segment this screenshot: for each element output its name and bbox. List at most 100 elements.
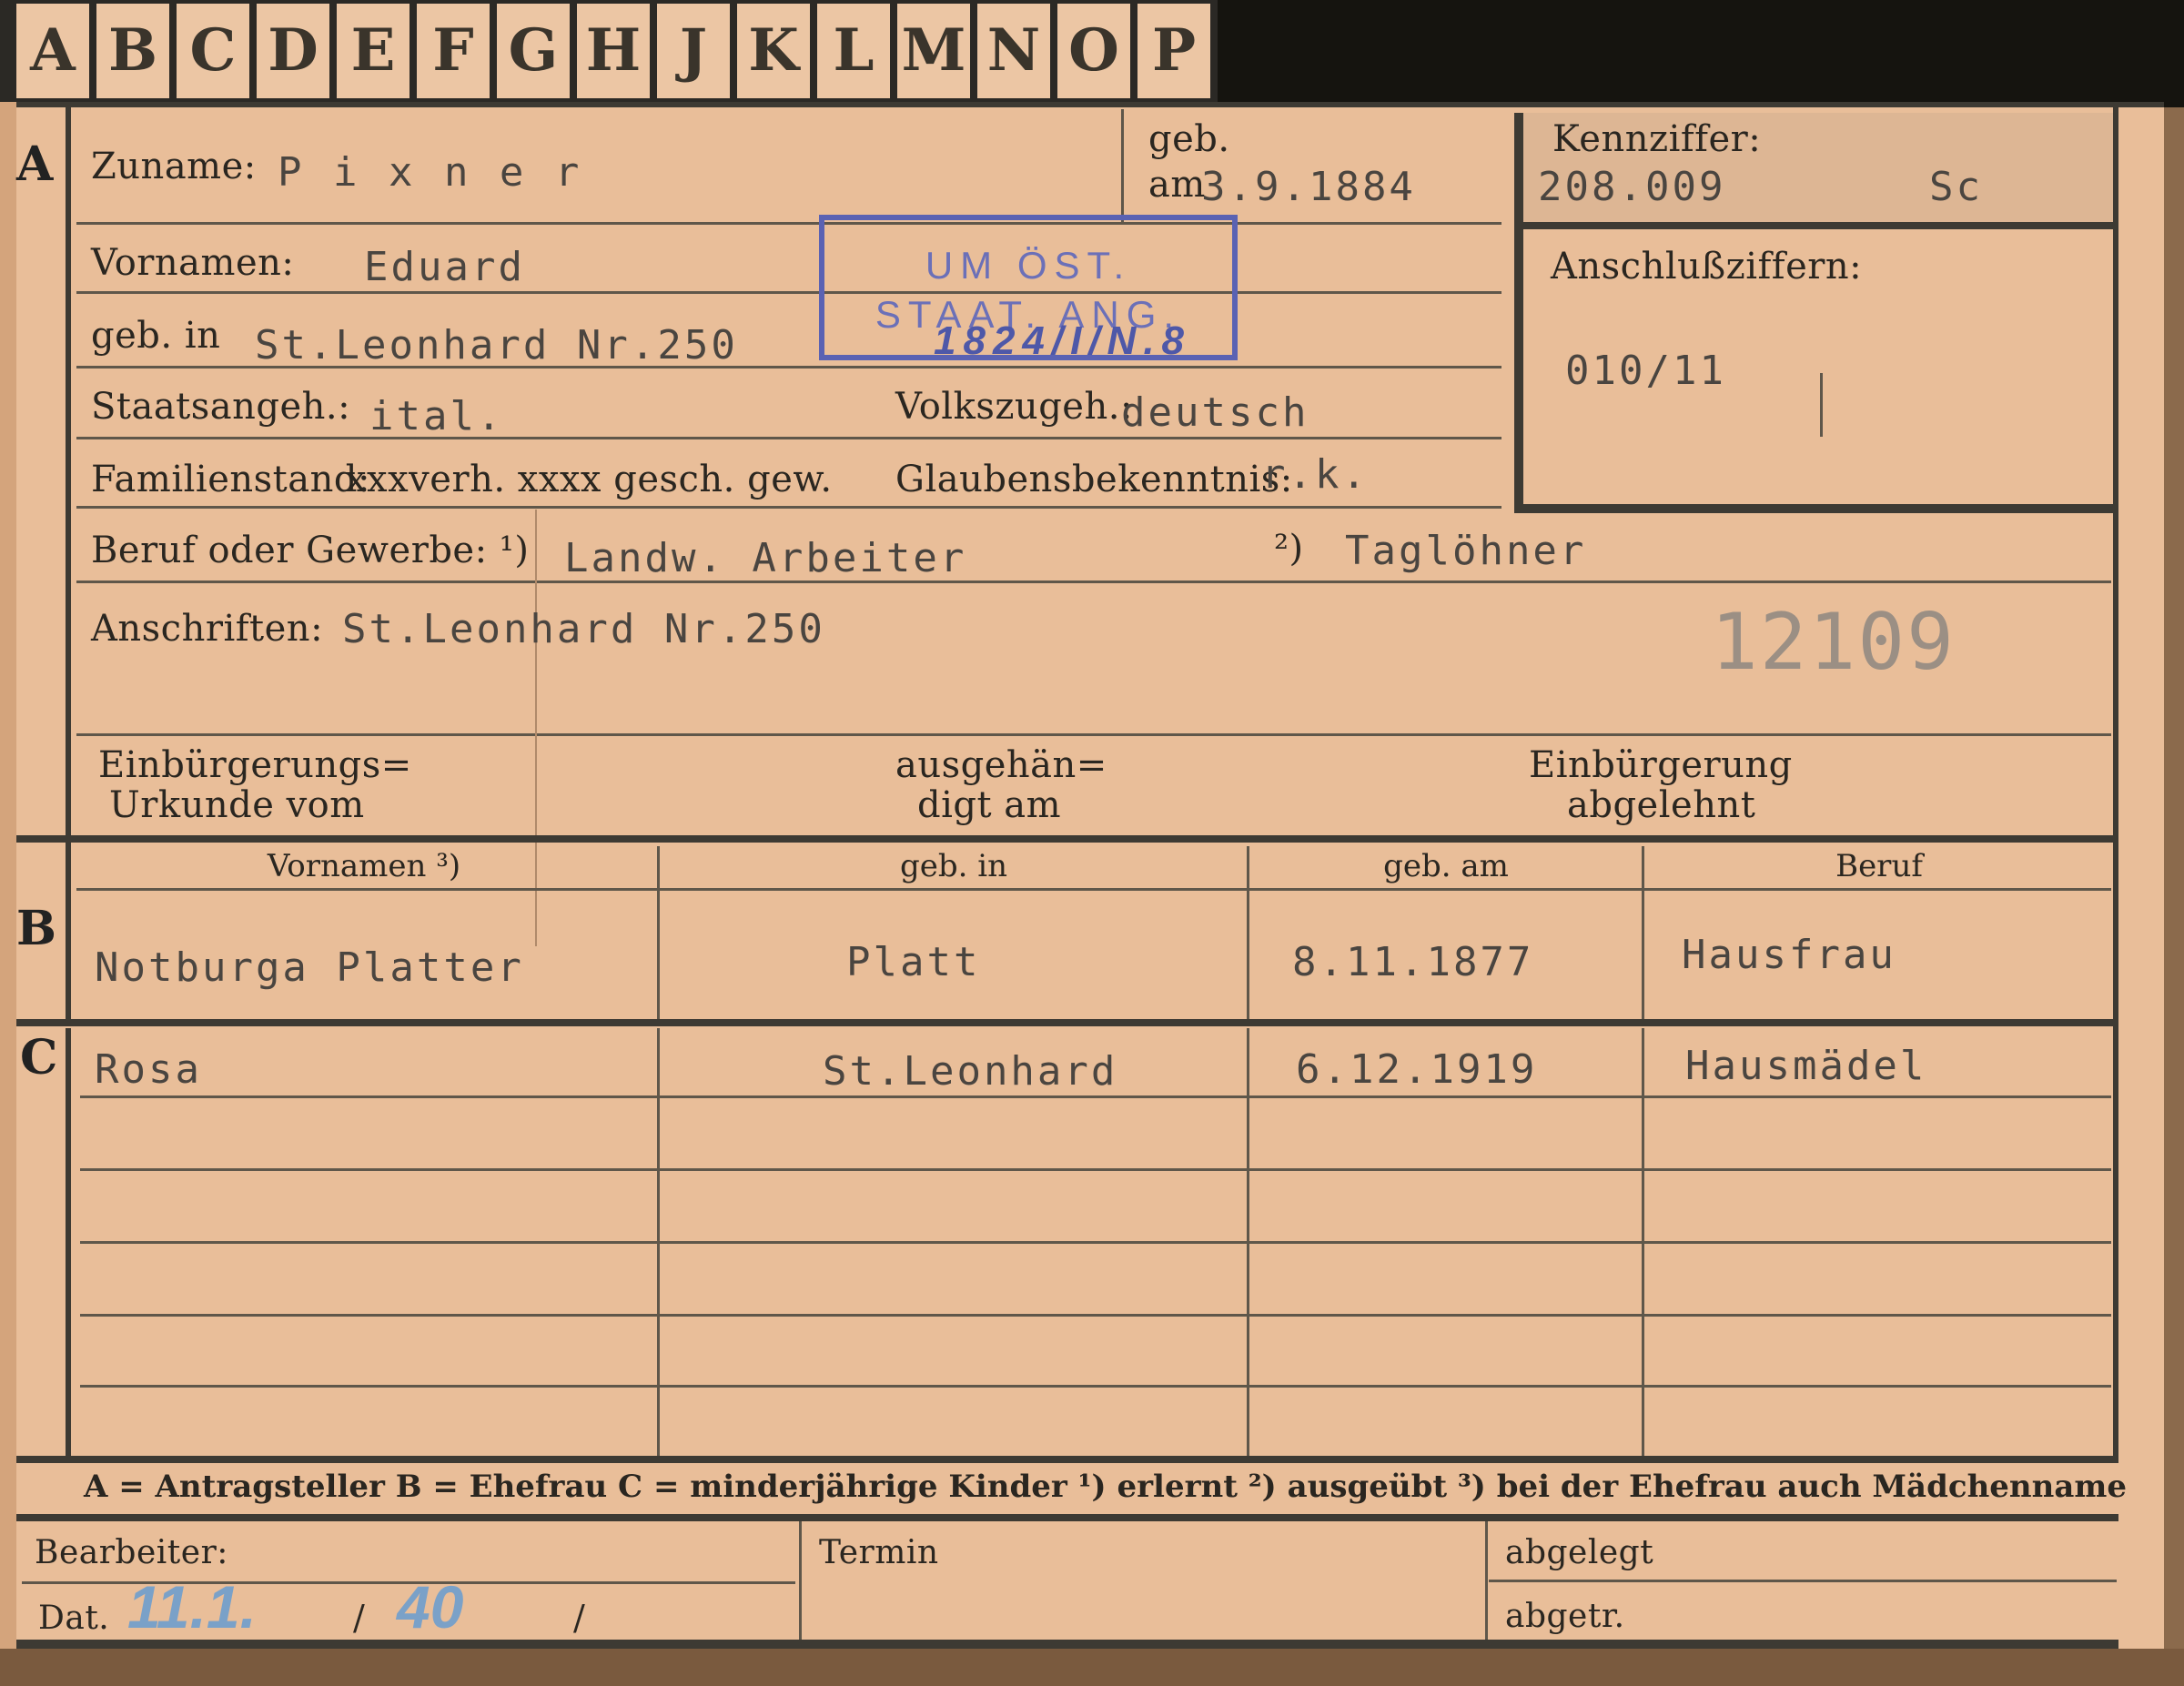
rule-b-col2 (1247, 846, 1249, 1019)
geb-in-label: geb. in (91, 315, 221, 357)
geb-in-value: St.Leonhard Nr.250 (255, 322, 738, 368)
beruf-mark-2: ²) (1274, 528, 1304, 570)
tab-b[interactable]: B (96, 4, 175, 98)
tab-c[interactable]: C (177, 4, 255, 98)
kennziffer-suffix: Sc (1929, 164, 1983, 210)
registration-card: A B C D E F G H J K L M N O P A Zuname: … (0, 0, 2184, 1686)
c-row1-vornamen: Rosa (95, 1046, 202, 1093)
rule-c-row4 (80, 1314, 2111, 1317)
vornamen-value: Eduard (364, 244, 525, 290)
ausgehaendigt-line1: ausgehän= (895, 744, 1107, 786)
citizenship-stamp: UM ÖST. STAAT. ANG. 1824/I/N.8 (819, 215, 1238, 363)
rule-footer-right-mid (1489, 1580, 2117, 1582)
beruf-value-2: Taglöhner (1345, 528, 1587, 574)
staatsangeh-value: ital. (369, 393, 504, 439)
beruf-label: Beruf oder Gewerbe: ¹) (91, 530, 530, 571)
rule-left-b (66, 843, 71, 1025)
familienstand-label: Familienstand: (91, 459, 370, 500)
anschriften-value: St.Leonhard Nr.250 (342, 606, 825, 652)
rule-b-header (76, 888, 2111, 891)
beruf-value-1: Landw. Arbeiter (564, 535, 967, 581)
dat-label: Dat. (38, 1600, 110, 1637)
b-header-beruf: Beruf (1835, 848, 1923, 884)
dat-day-handwritten: 11.1. (127, 1573, 257, 1641)
zuname-value: P i x n e r (278, 149, 583, 196)
tab-k[interactable]: K (737, 4, 815, 98)
rule-c-row1 (80, 1095, 2111, 1098)
rule-legend-top (16, 1456, 2118, 1463)
card-top-shadow (1218, 0, 2184, 107)
rule-a-4 (76, 437, 1502, 439)
zuname-label: Zuname: (91, 146, 257, 187)
rule-c-row2 (80, 1168, 2111, 1171)
b-beruf-value: Hausfrau (1682, 932, 1896, 978)
kennziffer-value: 208.009 (1538, 164, 1726, 210)
c-row1-geb-am: 6.12.1919 (1296, 1046, 1538, 1093)
einbuergerung-abgelehnt-line1: Einbürgerung (1529, 744, 1793, 786)
rule-footer-col1 (799, 1521, 802, 1649)
termin-label: Termin (819, 1534, 939, 1571)
kennziffer-box-mid (1514, 222, 2115, 229)
familienstand-value: xxxverh. xxxx gesch. gew. (346, 459, 833, 500)
dat-separator-1: / (353, 1598, 366, 1638)
tab-j[interactable]: J (657, 4, 735, 98)
card-bottom-edge (0, 1649, 2184, 1686)
rule-left-a (66, 107, 71, 835)
kennziffer-box-bottom (1514, 504, 2115, 513)
vornamen-label: Vornamen: (91, 242, 295, 284)
tab-e[interactable]: E (337, 4, 415, 98)
b-geb-am-value: 8.11.1877 (1292, 939, 1534, 985)
c-row1-geb-in: St.Leonhard (823, 1048, 1118, 1095)
dat-year-handwritten: 40 (397, 1573, 464, 1641)
stamp-handwritten-number: 1824/I/N.8 (934, 318, 1192, 363)
dat-separator-2: / (573, 1598, 586, 1638)
tab-l[interactable]: L (817, 4, 895, 98)
bearbeiter-label: Bearbeiter: (35, 1534, 228, 1571)
rule-a-6 (76, 581, 2111, 583)
section-c-marker: C (20, 1030, 58, 1085)
rule-a-5 (76, 506, 1502, 509)
rule-geb-divider (1121, 109, 1124, 222)
section-b-marker: B (16, 901, 56, 956)
anschriften-label: Anschriften: (91, 608, 324, 650)
b-header-geb-am: geb. am (1383, 848, 1509, 884)
geb-label: geb. (1148, 118, 1230, 160)
abgelegt-label: abgelegt (1505, 1534, 1654, 1571)
tab-h[interactable]: H (577, 4, 655, 98)
einbuergerungs-urkunde-line2: Urkunde vom (109, 784, 365, 826)
am-label: am (1148, 164, 1206, 206)
rule-right (2113, 107, 2118, 1463)
card-right-edge (2164, 107, 2184, 1686)
c-row1-beruf: Hausmädel (1685, 1043, 1927, 1089)
ausgehaendigt-line2: digt am (917, 784, 1062, 826)
anschlussziffern-value: 010/11 (1565, 348, 1726, 394)
staatsangeh-label: Staatsangeh.: (91, 386, 351, 428)
tab-o[interactable]: O (1057, 4, 1136, 98)
kennziffer-label: Kennziffer: (1552, 118, 1762, 160)
rule-top (16, 102, 2164, 107)
kennziffer-box-left (1514, 113, 1523, 513)
tab-f[interactable]: F (417, 4, 495, 98)
anschluss-mark (1820, 373, 1823, 437)
stamp-line1: UM ÖST. (925, 244, 1132, 287)
rule-legend-bottom (16, 1514, 2118, 1521)
alphabet-tab-strip: A B C D E F G H J K L M N O P (0, 0, 1218, 102)
rule-a-2 (76, 291, 1502, 294)
tab-g[interactable]: G (497, 4, 575, 98)
rule-a-1 (76, 222, 1502, 225)
b-vornamen-value: Notburga Platter (95, 944, 524, 991)
tab-n[interactable]: N (977, 4, 1056, 98)
einbuergerungs-urkunde-line1: Einbürgerungs= (98, 744, 412, 786)
tab-m[interactable]: M (897, 4, 976, 98)
b-header-vornamen: Vornamen ³) (267, 848, 461, 884)
rule-left-c (66, 1028, 71, 1456)
file-number: 12109 (1711, 597, 1956, 688)
tab-d[interactable]: D (257, 4, 335, 98)
rule-c-row3 (80, 1241, 2111, 1244)
rule-section-c-top (16, 1019, 2118, 1026)
tab-a[interactable]: A (16, 4, 95, 98)
einbuergerung-abgelehnt-line2: abgelehnt (1567, 784, 1756, 826)
glaubensbekenntnis-value: r.k. (1261, 451, 1369, 498)
geb-am-value: 3.9.1884 (1201, 164, 1416, 210)
tab-p[interactable]: P (1138, 4, 1216, 98)
